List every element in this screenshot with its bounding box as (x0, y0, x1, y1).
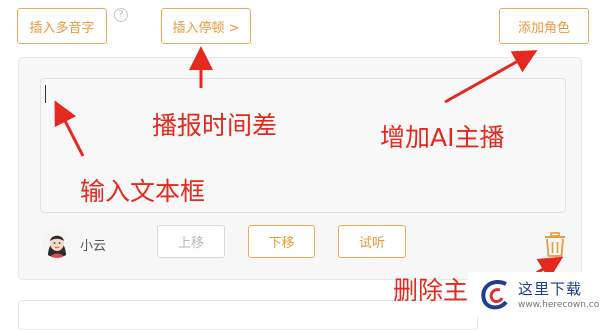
trash-icon[interactable] (543, 232, 567, 258)
watermark-url: www.herecown.com (518, 300, 600, 310)
move-up-button[interactable]: 上移 (157, 225, 225, 258)
annotation-textbox: 输入文本框 (80, 177, 206, 206)
voice-avatar[interactable] (42, 228, 72, 258)
insert-pause-button[interactable]: 插入停顿 > (161, 8, 251, 44)
preview-button[interactable]: 试听 (338, 225, 406, 258)
girl-avatar-icon (42, 228, 72, 258)
move-down-button[interactable]: 下移 (248, 225, 315, 258)
watermark-logo-icon (481, 280, 508, 310)
text-caret (45, 85, 46, 103)
annotation-add-anchor: 增加AI主播 (380, 123, 505, 152)
annotation-pause: 播报时间差 (152, 111, 278, 140)
annotation-delete: 删除主 (393, 276, 469, 305)
insert-polyphone-button[interactable]: 插入多音字 (17, 8, 107, 44)
watermark-text: 这里下载 (518, 280, 583, 298)
help-icon[interactable]: ? (114, 8, 128, 22)
add-role-button[interactable]: 添加角色 (499, 8, 589, 44)
voice-name: 小云 (80, 239, 107, 254)
